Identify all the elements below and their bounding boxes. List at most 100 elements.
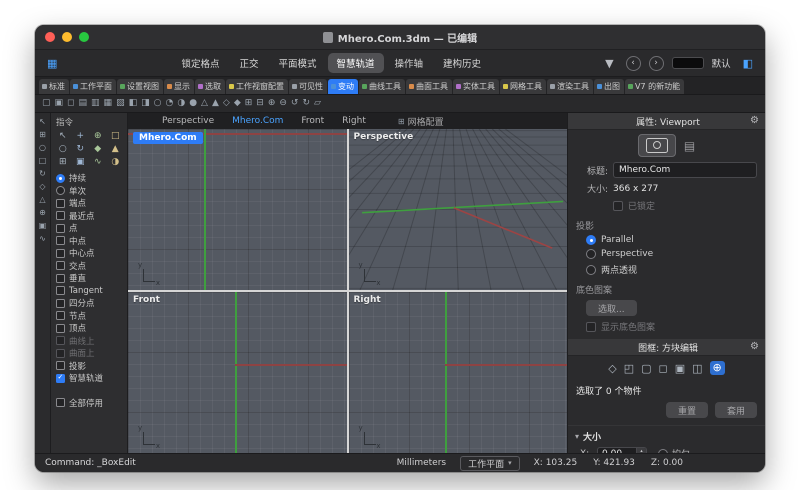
- size-section-header[interactable]: ▾ 大小: [568, 425, 765, 445]
- viewport-tab[interactable]: Front: [293, 115, 332, 127]
- osnap-toggle[interactable]: Tangent: [51, 285, 127, 298]
- gear-icon[interactable]: ⚙: [750, 116, 759, 126]
- minimize-button[interactable]: [62, 32, 72, 42]
- tool-icon[interactable]: ○: [39, 144, 46, 152]
- tool-icon[interactable]: ◧: [129, 99, 138, 108]
- viewport-tab[interactable]: Right: [334, 115, 374, 127]
- ribbon-tab[interactable]: 选取: [195, 79, 225, 94]
- page-icon[interactable]: ▤: [684, 139, 695, 153]
- tool-icon[interactable]: ▣: [55, 99, 64, 108]
- tool-icon[interactable]: ⊞: [245, 99, 253, 108]
- ribbon-tab[interactable]: 网格工具: [500, 79, 546, 94]
- tool-icon[interactable]: △: [39, 196, 45, 204]
- ribbon-tab[interactable]: 曲线工具: [359, 79, 405, 94]
- osnap-toggle[interactable]: 中心点: [51, 247, 127, 260]
- toolbar-button[interactable]: 平面模式: [270, 53, 326, 73]
- tool-icon[interactable]: ◑: [108, 157, 124, 168]
- ribbon-tab[interactable]: 工作视窗配置: [226, 79, 288, 94]
- tool-icon[interactable]: ◨: [141, 99, 150, 108]
- tool-icon[interactable]: ▱: [314, 99, 321, 108]
- tool-icon[interactable]: ▤: [79, 99, 88, 108]
- tool-icon[interactable]: ◑: [177, 99, 185, 108]
- boxedit-button[interactable]: 套用: [715, 402, 757, 418]
- viewport-properties-tab[interactable]: [638, 134, 676, 157]
- display-preset-label[interactable]: 默认: [712, 56, 731, 70]
- tool-icon[interactable]: ▲: [212, 99, 219, 108]
- viewport-perspective[interactable]: Perspective yx: [349, 129, 568, 290]
- osnap-toggle[interactable]: 曲面上: [51, 347, 127, 360]
- tool-icon[interactable]: ↻: [302, 99, 310, 108]
- viewport-tab[interactable]: Perspective: [154, 115, 222, 127]
- ribbon-tab[interactable]: 可见性: [289, 79, 327, 94]
- osnap-toggle[interactable]: 垂直: [51, 272, 127, 285]
- osnap-toggle[interactable]: 交点: [51, 260, 127, 273]
- tool-icon[interactable]: ⊞: [39, 131, 46, 139]
- zoom-button[interactable]: [79, 32, 89, 42]
- tool-icon[interactable]: ∿: [90, 157, 106, 168]
- osnap-toggle[interactable]: 节点: [51, 310, 127, 323]
- osnap-toggle[interactable]: 单次: [51, 185, 127, 198]
- tool-icon[interactable]: ⊕: [39, 209, 46, 217]
- viewport-right[interactable]: Right yx: [349, 292, 568, 453]
- osnap-toggle[interactable]: 曲线上: [51, 335, 127, 348]
- toolbar-button[interactable]: 正交: [230, 53, 267, 73]
- tool-icon[interactable]: ▣: [39, 222, 47, 230]
- units-label[interactable]: Millimeters: [397, 458, 447, 468]
- tool-icon[interactable]: ⊕: [90, 131, 106, 142]
- tool-icon[interactable]: ⊕: [268, 99, 276, 108]
- toolbar-button[interactable]: 锁定格点: [172, 53, 228, 73]
- tool-icon[interactable]: ↻: [73, 144, 89, 155]
- nav-back-icon[interactable]: ‹: [626, 56, 641, 71]
- viewport-label[interactable]: Perspective: [354, 132, 414, 142]
- projection-option[interactable]: 两点透视: [568, 261, 765, 278]
- tool-icon[interactable]: ↺: [291, 99, 299, 108]
- tool-icon[interactable]: ▦: [104, 99, 113, 108]
- wallpaper-select-button[interactable]: 选取...: [586, 300, 637, 316]
- color-swatch[interactable]: [672, 57, 704, 69]
- boxedit-button[interactable]: 重置: [666, 402, 708, 418]
- close-button[interactable]: [45, 32, 55, 42]
- ribbon-tab[interactable]: 变动: [328, 79, 358, 94]
- viewport-title-input[interactable]: [613, 162, 757, 178]
- osnap-toggle[interactable]: 投影: [51, 360, 127, 373]
- ribbon-tab[interactable]: 出图: [594, 79, 624, 94]
- tool-icon[interactable]: △: [201, 99, 208, 108]
- osnap-toggle[interactable]: 端点: [51, 197, 127, 210]
- viewport-label[interactable]: Mhero.Com: [133, 132, 203, 144]
- ribbon-tab[interactable]: V7 的新功能: [625, 79, 684, 94]
- tool-icon[interactable]: ↻: [39, 170, 46, 178]
- projection-option[interactable]: Parallel: [568, 233, 765, 247]
- ribbon-tab[interactable]: 设置视图: [117, 79, 163, 94]
- tool-icon[interactable]: ↖: [39, 118, 46, 126]
- tool-icon[interactable]: ↖: [55, 131, 71, 142]
- ribbon-tab[interactable]: 工作平面: [70, 79, 116, 94]
- command-line[interactable]: Command: _BoxEdit: [45, 458, 136, 468]
- ribbon-tab[interactable]: 标准: [39, 79, 69, 94]
- osnap-toggle[interactable]: 四分点: [51, 297, 127, 310]
- viewport-label[interactable]: Right: [354, 295, 381, 305]
- viewport-tab[interactable]: ⊞ 网格配置: [390, 114, 452, 129]
- toolbar-button[interactable]: 建构历史: [434, 53, 490, 73]
- shape-tool-icon[interactable]: ▣: [675, 363, 685, 374]
- tool-icon[interactable]: ▣: [73, 157, 89, 168]
- tool-icon[interactable]: ◔: [165, 99, 173, 108]
- tool-icon[interactable]: ◆: [90, 144, 106, 155]
- cplane-dropdown[interactable]: 工作平面 ▾: [460, 456, 520, 471]
- nav-forward-icon[interactable]: ›: [649, 56, 664, 71]
- filter-icon[interactable]: ▼: [601, 56, 617, 71]
- tool-icon[interactable]: ⊖: [279, 99, 287, 108]
- shape-tool-icon[interactable]: ◫: [692, 363, 702, 374]
- tool-icon[interactable]: ⊟: [256, 99, 264, 108]
- ribbon-tab[interactable]: 实体工具: [453, 79, 499, 94]
- osnap-toggle[interactable]: 智慧轨道: [51, 372, 127, 385]
- viewport-mhero[interactable]: Mhero.Com yx: [128, 129, 347, 290]
- shape-tool-icon[interactable]: ◰: [624, 363, 634, 374]
- shape-tool-icon[interactable]: ◇: [608, 363, 616, 374]
- osnap-toggle[interactable]: 最近点: [51, 210, 127, 223]
- tool-icon[interactable]: □: [39, 157, 47, 165]
- osnap-toggle[interactable]: 点: [51, 222, 127, 235]
- gumball-icon[interactable]: ⊕: [710, 361, 725, 375]
- toolbar-button[interactable]: 操作轴: [386, 53, 433, 73]
- sidebar-toggle-icon[interactable]: ◧: [739, 56, 757, 71]
- gear-icon[interactable]: ⚙: [750, 342, 759, 352]
